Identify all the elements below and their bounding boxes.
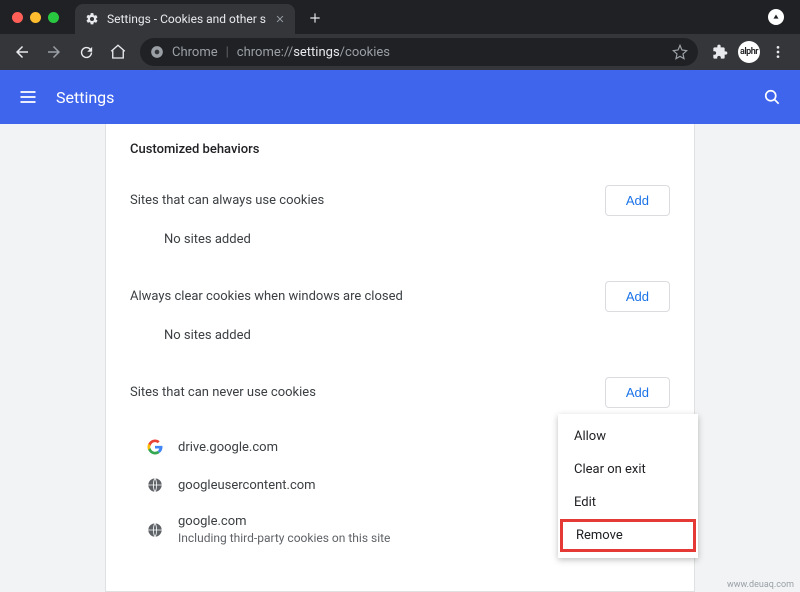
section-title: Customized behaviors [130,142,670,157]
setting-label: Sites that can never use cookies [130,385,316,400]
setting-group: Sites that can never use cookies Add [130,377,670,408]
forward-button[interactable] [40,38,68,66]
minimize-window-button[interactable] [30,12,41,23]
hamburger-icon [18,87,38,107]
settings-panel: Customized behaviors Sites that can alwa… [105,124,695,592]
home-button[interactable] [104,38,132,66]
tab-title: Settings - Cookies and other s [107,12,267,26]
settings-menu-button[interactable] [16,85,40,109]
browser-toolbar: Chrome | chrome://settings/cookies alphr [0,34,800,70]
context-menu-item-allow[interactable]: Allow [558,420,698,453]
search-icon [762,87,782,107]
add-button[interactable]: Add [605,377,670,408]
bookmark-star-icon[interactable] [672,44,688,60]
arrow-right-icon [45,43,63,61]
setting-group: Always clear cookies when windows are cl… [130,281,670,312]
address-bar[interactable]: Chrome | chrome://settings/cookies [140,38,698,66]
omnibox-chip: Chrome [172,45,218,60]
empty-message: No sites added [130,322,670,343]
extensions-button[interactable] [706,38,734,66]
profile-avatar[interactable]: alphr [738,41,760,63]
home-icon [109,43,127,61]
window-controls [8,0,65,34]
settings-search-button[interactable] [760,85,784,109]
context-menu-item-edit[interactable]: Edit [558,486,698,519]
chrome-icon [150,45,164,59]
watermark: www.deuaq.com [727,580,794,590]
add-button[interactable]: Add [605,185,670,216]
kebab-icon [770,44,786,60]
tab-strip: Settings - Cookies and other s [0,0,800,34]
puzzle-icon [712,44,728,60]
close-window-button[interactable] [12,12,23,23]
globe-icon [146,476,164,494]
browser-tab[interactable]: Settings - Cookies and other s [75,4,295,34]
maximize-window-button[interactable] [48,12,59,23]
setting-label: Always clear cookies when windows are cl… [130,289,403,304]
empty-message: No sites added [130,226,670,247]
new-tab-button[interactable] [301,4,329,32]
reload-button[interactable] [72,38,100,66]
close-tab-icon[interactable] [275,14,285,24]
settings-header: Settings [0,70,800,124]
google-g-icon [146,438,164,456]
settings-title: Settings [56,88,114,107]
account-indicator[interactable] [768,9,784,25]
setting-group: Sites that can always use cookies Add [130,185,670,216]
back-button[interactable] [8,38,36,66]
plus-icon [308,11,322,25]
omnibox-url: chrome://settings/cookies [237,45,390,60]
context-menu-item-clear-on-exit[interactable]: Clear on exit [558,453,698,486]
arrow-left-icon [13,43,31,61]
tabstrip-right [768,0,792,34]
context-menu-item-remove[interactable]: Remove [560,519,696,552]
reload-icon [78,44,95,61]
setting-label: Sites that can always use cookies [130,193,324,208]
menu-button[interactable] [764,38,792,66]
context-menu: Allow Clear on exit Edit Remove [558,414,698,558]
add-button[interactable]: Add [605,281,670,312]
content-area: Customized behaviors Sites that can alwa… [0,124,800,592]
gear-icon [85,12,99,26]
globe-icon [146,521,164,539]
